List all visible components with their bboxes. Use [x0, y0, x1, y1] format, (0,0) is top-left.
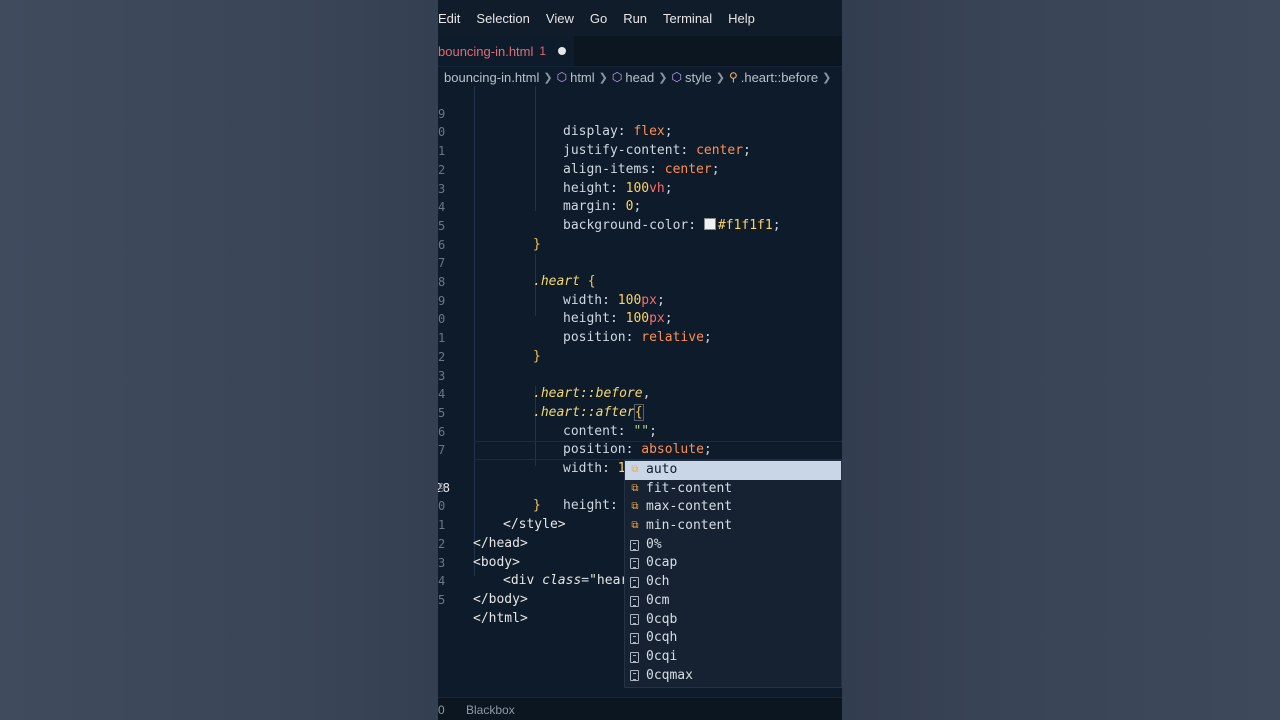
unit-icon	[630, 595, 639, 607]
value-icon: ⧉	[631, 482, 639, 494]
suggestion-item[interactable]: 0cm	[625, 592, 841, 611]
code-line: 8 width: 100px;	[438, 275, 665, 308]
code-line: 0 justify-content: center;	[438, 125, 751, 159]
value-icon: ⧉	[631, 520, 639, 532]
chevron-right-icon: ❯	[715, 71, 725, 84]
unit-icon	[630, 633, 639, 645]
suggestion-item[interactable]: ⧉ fit-content	[625, 480, 841, 499]
suggestion-label: 0ch	[646, 574, 670, 590]
suggestion-label: 0cqi	[646, 648, 678, 664]
suggestion-item[interactable]: 0%	[625, 536, 841, 555]
blurred-background-left	[0, 0, 438, 720]
value-icon: ⧉	[631, 464, 639, 475]
html-tag: </html>	[473, 610, 528, 626]
suggestion-label: 0cqmax	[646, 667, 693, 683]
code-line: 5 }	[438, 198, 842, 252]
code-line: 2	[438, 329, 842, 364]
status-problems[interactable]: 0	[438, 703, 464, 717]
breadcrumb-html[interactable]: ⬡ html	[557, 70, 595, 85]
unit-icon	[630, 558, 639, 570]
code-line: 9 display: flex;	[438, 106, 673, 140]
suggestion-label: min-content	[646, 518, 733, 534]
suggestion-item[interactable]: ⧉ auto	[625, 461, 841, 480]
code-line: 4 .heart::after{	[438, 387, 644, 421]
suggestion-label: 0%	[646, 536, 662, 552]
tab-bar: bouncing-in.html 1	[438, 36, 842, 67]
element-icon: ⬡	[556, 70, 568, 84]
breadcrumb-html-label: html	[570, 69, 595, 85]
suggestion-item[interactable]: 0cqmax	[625, 667, 841, 686]
code-line: 9 height: 100px;	[438, 293, 673, 327]
menu-go[interactable]: Go	[582, 11, 615, 26]
tab-label: bouncing-in.html	[438, 43, 534, 59]
menu-bar: Edit Selection View Go Run Terminal Help	[438, 0, 842, 36]
menu-help[interactable]: Help	[720, 11, 763, 26]
unit-icon	[630, 651, 639, 663]
code-line: 3 margin: 0;	[438, 181, 642, 215]
suggestion-label: 0cm	[646, 592, 670, 608]
value-icon: ⧉	[631, 501, 639, 513]
suggestion-item[interactable]: ⧉ max-content	[625, 498, 841, 517]
code-line: 1 }	[438, 310, 842, 364]
current-line-highlight	[474, 441, 842, 460]
unit-icon	[630, 670, 639, 682]
tab-bouncing-in[interactable]: bouncing-in.html 1	[438, 36, 574, 66]
suggestion-item[interactable]: ⧉ min-content	[625, 517, 841, 536]
breadcrumb-selector[interactable]: ⚲ .heart::before	[729, 70, 818, 85]
suggestion-label: auto	[646, 462, 678, 477]
breadcrumb-style[interactable]: ⬡ style	[672, 70, 712, 85]
menu-view[interactable]: View	[538, 11, 582, 26]
selector-icon: ⚲	[728, 70, 738, 84]
chevron-right-icon: ❯	[598, 71, 608, 84]
menu-terminal[interactable]: Terminal	[655, 11, 720, 26]
autocomplete-suggestion-list[interactable]: ⧉ auto ⧉ fit-content ⧉ max-content ⧉ min-con…	[624, 460, 842, 688]
suggestion-label: 0cqb	[646, 611, 678, 627]
code-line: 4 background-color: #f1f1f1;	[438, 200, 781, 233]
blurred-background-right	[842, 0, 1280, 720]
code-line-active[interactable]: 28 height: ;	[438, 441, 842, 513]
code-line: 0 position: relative;	[438, 312, 712, 346]
suggestion-label: 0cap	[646, 555, 678, 571]
chevron-right-icon: ❯	[822, 71, 832, 84]
suggestion-label: 0cqh	[646, 630, 678, 646]
problem-count-badge: 1	[539, 44, 547, 58]
code-line: 5 content: "";	[438, 405, 657, 439]
menu-selection[interactable]: Selection	[468, 11, 537, 26]
status-blackbox-extension[interactable]: Blackbox	[466, 703, 515, 717]
status-bar: 0 Blackbox	[438, 697, 842, 720]
breadcrumb-file-label: bouncing-in.html	[444, 69, 540, 85]
unit-icon	[630, 539, 639, 551]
menu-edit[interactable]: Edit	[438, 11, 468, 26]
breadcrumb: bouncing-in.html ❯ ⬡ html ❯ ⬡ head ❯ ⬡ styl…	[438, 67, 842, 87]
element-icon: ⬡	[671, 70, 682, 84]
code-line: 6	[438, 217, 842, 252]
line-number: 5	[438, 592, 446, 607]
code-line: 2 height: 100vh;	[438, 162, 673, 196]
suggestion-item[interactable]: 0cqb	[625, 611, 841, 630]
suggestion-item[interactable]: 0cap	[625, 554, 841, 573]
menu-run[interactable]: Run	[615, 11, 655, 26]
suggestion-item[interactable]: 0ch	[625, 573, 841, 592]
unsaved-dot-icon[interactable]	[558, 47, 567, 55]
code-line: 6 position: absolute;	[438, 424, 712, 458]
breadcrumb-selector-label: .heart::before	[740, 69, 819, 85]
code-line: 3 .heart::before,	[438, 368, 651, 402]
suggestion-item[interactable]: 0cqh	[625, 629, 841, 648]
code-line: 7 .heart {	[438, 256, 596, 289]
element-icon: ⬡	[611, 70, 623, 84]
chevron-right-icon: ❯	[543, 71, 553, 84]
breadcrumb-head-label: head	[625, 69, 655, 85]
breadcrumb-file[interactable]: bouncing-in.html	[444, 70, 539, 85]
unit-icon	[630, 614, 639, 626]
suggestion-label: max-content	[646, 499, 733, 515]
suggestion-item[interactable]: 0cqi	[625, 648, 841, 667]
code-line: 7 width: 100px;	[438, 423, 842, 476]
unit-icon	[630, 576, 639, 588]
code-line: 1 align-items: center;	[438, 144, 720, 177]
suggestion-label: fit-content	[646, 480, 733, 496]
breadcrumb-head[interactable]: ⬡ head	[612, 70, 654, 85]
breadcrumb-style-label: style	[684, 69, 712, 85]
chevron-right-icon: ❯	[658, 71, 668, 84]
